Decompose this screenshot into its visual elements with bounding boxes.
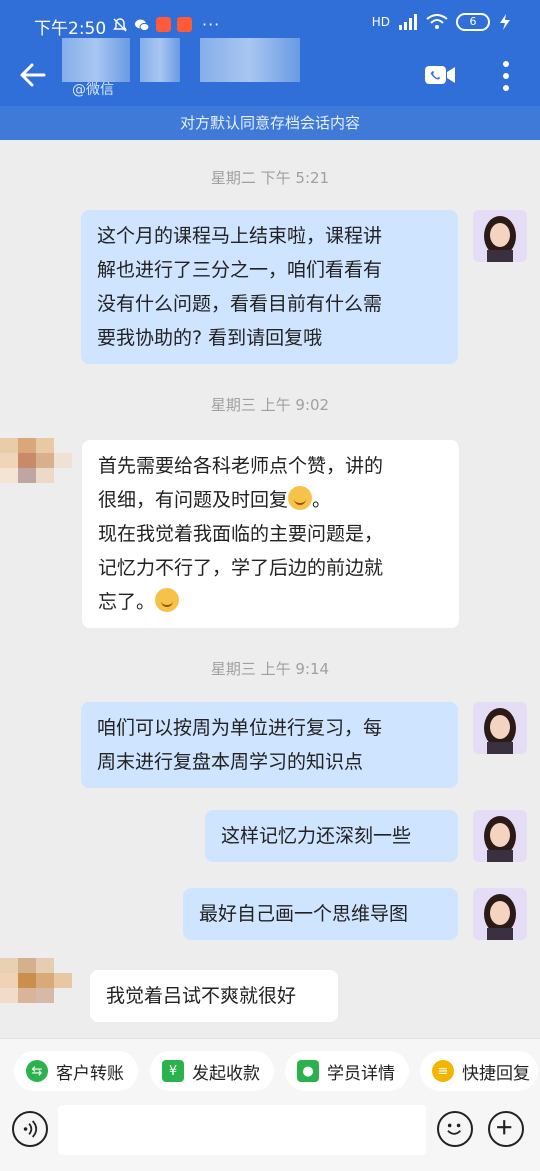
- message-line: 要我协助的? 看到请回复哦: [97, 327, 323, 349]
- transfer-icon: ⇆: [26, 1060, 48, 1082]
- avatar-girl-icon: [473, 888, 527, 940]
- archive-notice: 对方默认同意存档会话内容: [0, 106, 540, 140]
- message-line: 这个月的课程马上结束啦，课程讲: [97, 225, 383, 247]
- message-line: 最好自己画一个思维导图: [199, 903, 409, 925]
- message-timestamp: 星期二 下午 5:21: [210, 169, 330, 187]
- voice-input-icon[interactable]: [12, 1111, 48, 1147]
- message-bubble-received[interactable]: 首先需要给各科老师点个赞，讲的 很细，有问题及时回复。 现在我觉着我面临的主要问…: [82, 440, 459, 628]
- message-bubble-sent[interactable]: 这样记忆力还深刻一些: [205, 810, 458, 862]
- notification-icons: ···: [112, 15, 220, 34]
- bottom-toolbar: ⇆ 客户转账 ¥ 发起收款 ● 学员详情 ≡ 快捷回复: [0, 1038, 540, 1171]
- avatar[interactable]: [473, 888, 527, 940]
- message-line: 我觉着吕试不爽就很好: [106, 985, 297, 1007]
- hd-signal-icon: HD: [371, 15, 390, 29]
- message-bubble-received[interactable]: 我觉着吕试不爽就很好: [90, 970, 338, 1022]
- collect-payment-button[interactable]: ¥ 发起收款: [150, 1051, 274, 1091]
- message-line: 没有什么问题，看看目前有什么需: [97, 293, 383, 315]
- smile-emoji-icon: [288, 486, 313, 510]
- avatar[interactable]: [473, 210, 527, 262]
- collect-payment-icon: ¥: [162, 1060, 184, 1082]
- chip-label: 学员详情: [327, 1063, 395, 1084]
- chat-area: 星期二 下午 5:21 这个月的课程马上结束啦，课程讲 解也进行了三分之一，咱们…: [0, 140, 540, 1038]
- wechat-icon: [135, 19, 150, 31]
- emoji-icon[interactable]: [437, 1111, 473, 1147]
- contact-name-redacted: [140, 38, 180, 82]
- back-arrow-icon[interactable]: [18, 60, 48, 90]
- avatar[interactable]: [473, 702, 527, 754]
- mute-bell-icon: [113, 17, 127, 31]
- avatar-girl-icon: [473, 210, 527, 262]
- avatar-redacted-icon: [0, 438, 72, 483]
- message-line: 这样记忆力还深刻一些: [221, 825, 412, 847]
- contact-subname: @微信: [72, 82, 114, 98]
- add-attachment-icon[interactable]: [488, 1111, 524, 1147]
- message-timestamp: 星期三 上午 9:14: [210, 660, 330, 678]
- message-line: 周末进行复盘本周学习的知识点: [97, 751, 364, 773]
- message-bubble-sent[interactable]: 咱们可以按周为单位进行复习，每 周末进行复盘本周学习的知识点: [81, 702, 458, 788]
- message-bubble-sent[interactable]: 这个月的课程马上结束啦，课程讲 解也进行了三分之一，咱们看看有 没有什么问题，看…: [81, 210, 458, 364]
- chip-label: 发起收款: [192, 1063, 260, 1084]
- avatar[interactable]: [0, 438, 72, 498]
- crying-laughing-emoji-icon: [155, 588, 180, 612]
- avatar-girl-icon: [473, 810, 527, 862]
- wifi-icon: [426, 14, 448, 29]
- quick-reply-icon: ≡: [432, 1060, 454, 1082]
- battery-icon: 6: [456, 13, 490, 31]
- app-notification-icon: [177, 17, 192, 32]
- customer-transfer-button[interactable]: ⇆ 客户转账: [14, 1051, 138, 1091]
- message-line: 忘了。: [98, 585, 443, 619]
- app-notification-icon: [156, 17, 171, 32]
- avatar[interactable]: [0, 958, 72, 1018]
- student-details-button[interactable]: ● 学员详情: [285, 1051, 409, 1091]
- quick-reply-button[interactable]: ≡ 快捷回复: [420, 1051, 538, 1091]
- chat-header: @微信: [0, 38, 540, 106]
- message-line: 记忆力不行了，学了后边的前边就: [98, 557, 384, 579]
- video-call-icon[interactable]: [424, 64, 456, 86]
- student-icon: ●: [297, 1060, 319, 1082]
- more-notifications-icon: ···: [202, 15, 221, 34]
- message-line: 很细，有问题及时回复。: [98, 483, 443, 517]
- input-bar: [0, 1103, 540, 1165]
- message-timestamp: 星期三 上午 9:02: [210, 396, 330, 414]
- avatar[interactable]: [473, 810, 527, 862]
- message-line: 首先需要给各科老师点个赞，讲的: [98, 455, 384, 477]
- chip-label: 客户转账: [56, 1063, 124, 1084]
- chip-label: 快捷回复: [462, 1063, 530, 1084]
- message-line: 解也进行了三分之一，咱们看看有: [97, 259, 383, 281]
- message-line: 现在我觉着我面临的主要问题是，: [98, 523, 384, 545]
- contact-name-redacted[interactable]: [62, 38, 130, 82]
- avatar-redacted-icon: [0, 958, 72, 1003]
- contact-name-redacted: [200, 38, 300, 82]
- message-input[interactable]: [58, 1105, 426, 1155]
- signal-icon: [399, 14, 417, 30]
- more-options-icon[interactable]: [500, 58, 512, 94]
- message-line: 咱们可以按周为单位进行复习，每: [97, 717, 383, 739]
- status-right: HD 6: [372, 13, 512, 31]
- message-bubble-sent[interactable]: 最好自己画一个思维导图: [183, 888, 458, 940]
- charging-icon: [500, 14, 510, 30]
- avatar-girl-icon: [473, 702, 527, 754]
- status-time: 下午2:50: [34, 19, 107, 39]
